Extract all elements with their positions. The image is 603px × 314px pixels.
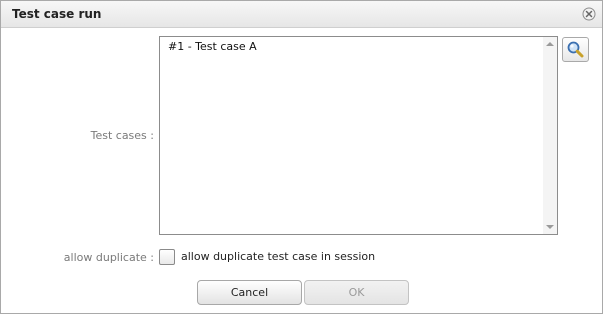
ok-button[interactable]: OK xyxy=(304,280,409,305)
dialog-titlebar: Test case run xyxy=(1,1,602,28)
test-cases-label: Test cases : xyxy=(90,129,154,142)
list-item[interactable]: #1 - Test case A xyxy=(168,40,257,53)
search-test-cases-button[interactable] xyxy=(562,37,589,62)
close-icon[interactable] xyxy=(582,6,596,21)
scroll-up-arrow-icon[interactable] xyxy=(546,42,554,46)
scroll-down-arrow-icon[interactable] xyxy=(546,225,554,229)
test-cases-listbox[interactable]: #1 - Test case A xyxy=(159,36,558,235)
test-case-run-dialog: Test case run Test cases : #1 - Test cas… xyxy=(0,0,603,314)
allow-duplicate-checkbox[interactable] xyxy=(159,249,175,265)
cancel-button[interactable]: Cancel xyxy=(197,280,302,305)
allow-duplicate-checkbox-text[interactable]: allow duplicate test case in session xyxy=(181,250,375,263)
dialog-title: Test case run xyxy=(12,7,102,21)
listbox-scrollbar[interactable] xyxy=(543,37,557,234)
allow-duplicate-label: allow duplicate : xyxy=(63,251,154,264)
magnifier-icon xyxy=(567,41,584,58)
